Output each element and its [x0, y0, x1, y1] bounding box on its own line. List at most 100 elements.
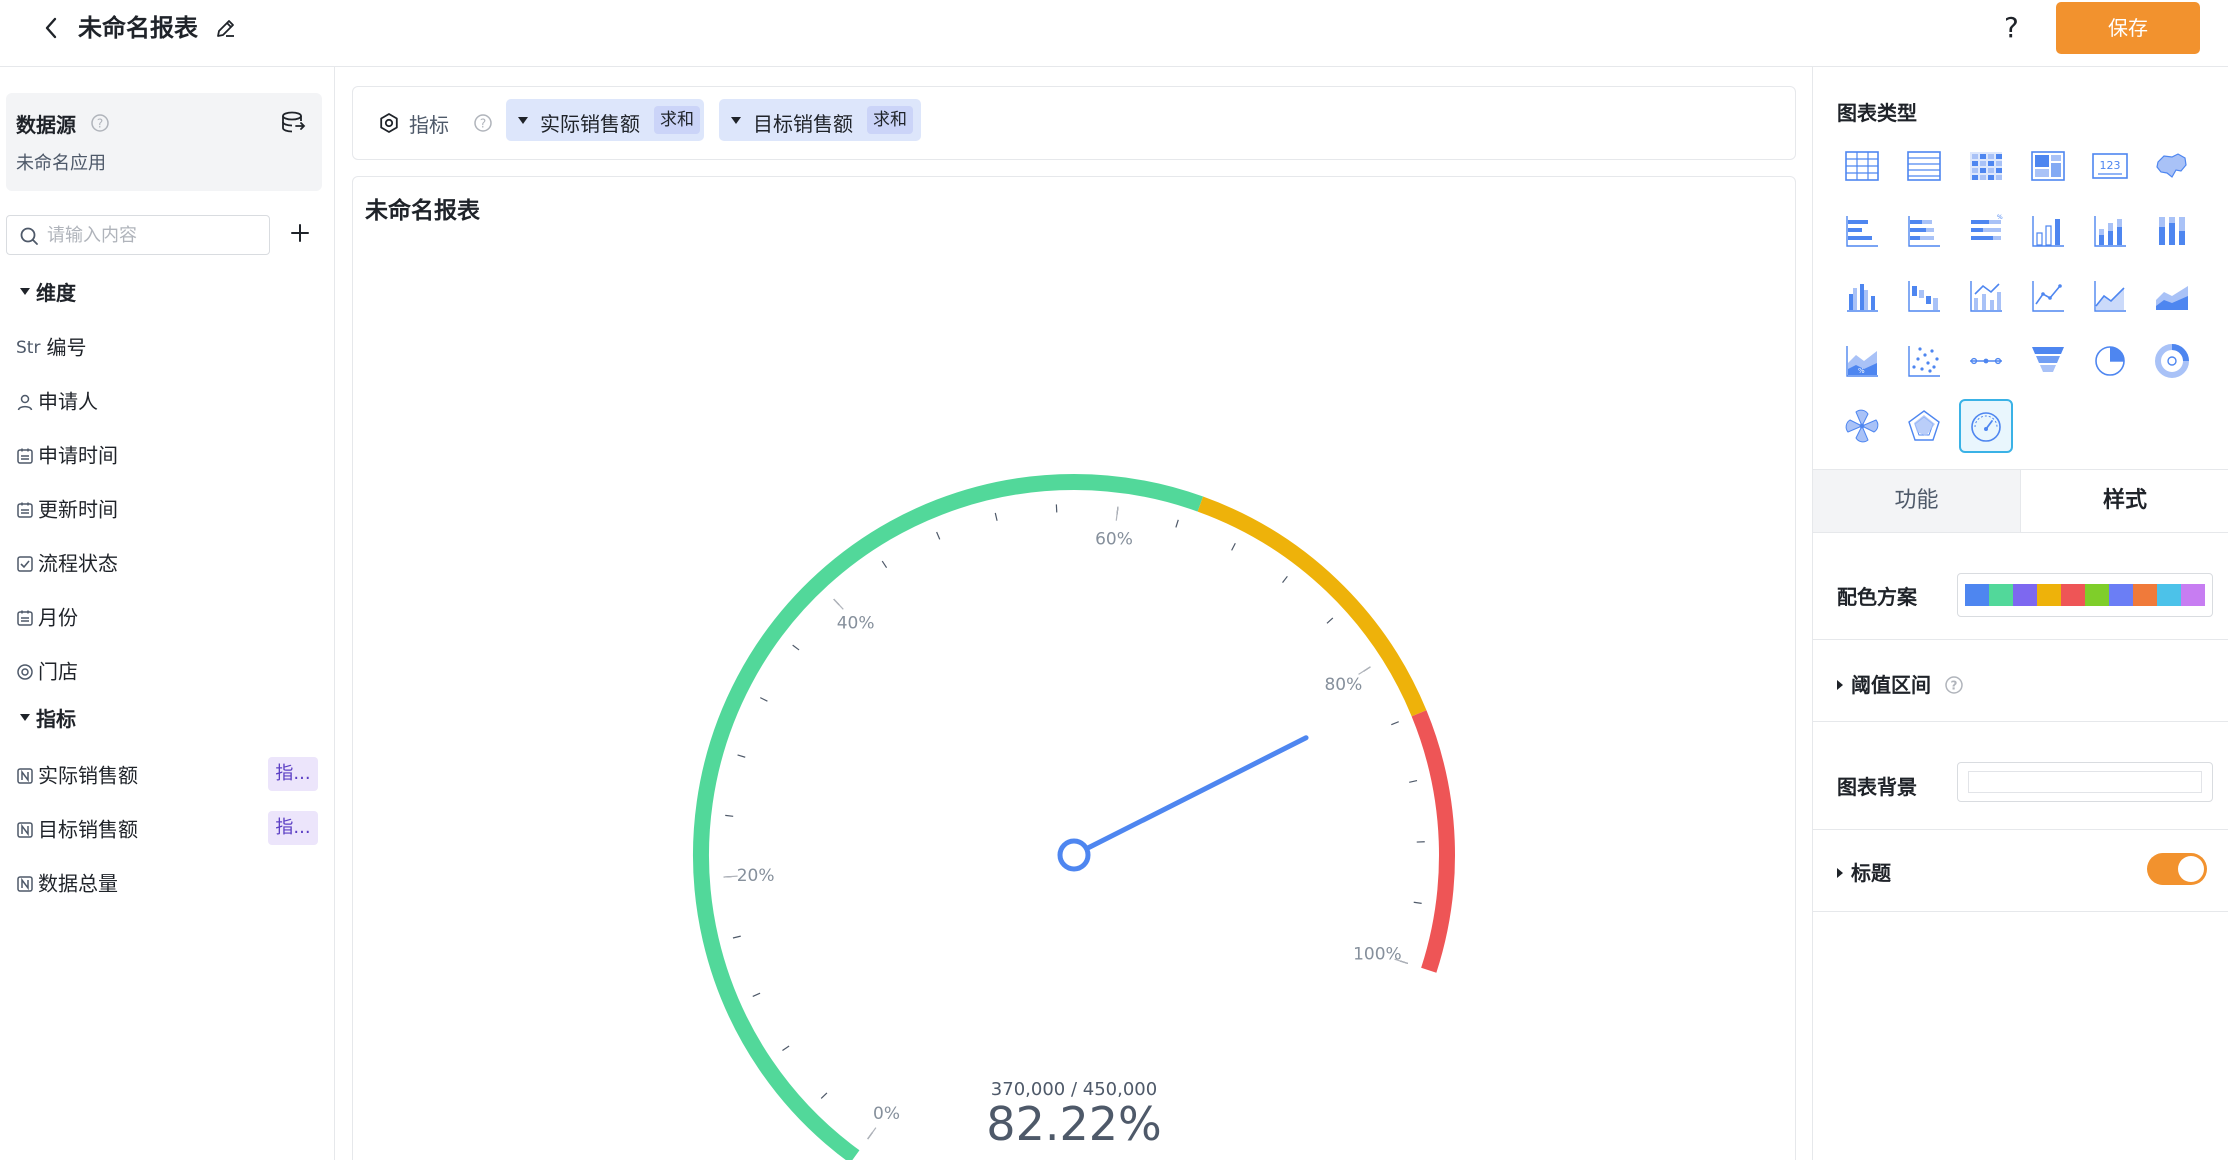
top-bar: 未命名报表 ? 保存 — [0, 0, 2228, 67]
table-icon[interactable] — [1835, 139, 1889, 193]
datasource-label: 数据源 — [16, 113, 76, 137]
dimension-field-store[interactable]: 门店 — [16, 655, 78, 685]
palette-color-swatch — [2037, 584, 2061, 606]
number-icon — [16, 767, 34, 785]
gauge-tick — [820, 1092, 828, 1099]
aggregation-tag: 求和 — [867, 106, 913, 134]
dimension-field-process-status[interactable]: 流程状态 — [16, 547, 118, 577]
question-circle-icon[interactable]: ? — [90, 113, 110, 133]
save-button[interactable]: 保存 — [2056, 2, 2200, 54]
caret-down-icon — [20, 288, 30, 295]
dimension-field-applicant[interactable]: 申请人 — [16, 385, 98, 415]
indicator-field-target-sales[interactable]: 目标销售额 — [16, 813, 138, 843]
tab-style[interactable]: 样式 — [2021, 470, 2228, 532]
heatmap-table-icon[interactable] — [1959, 139, 2013, 193]
gauge-needle-pivot — [1057, 838, 1091, 872]
indicator-field-record-count[interactable]: 数据总量 — [16, 867, 118, 897]
gauge-tick-label: 60% — [1095, 530, 1133, 550]
page-title: 未命名报表 — [78, 14, 198, 42]
field-label: 月份 — [38, 605, 78, 630]
gauge-tick — [792, 644, 800, 651]
list-table-icon[interactable] — [1897, 139, 1951, 193]
field-search-box — [6, 215, 270, 255]
chip-label: 实际销售额 — [540, 112, 640, 136]
funnel-icon[interactable] — [2021, 334, 2075, 388]
help-button[interactable]: ? — [2004, 12, 2019, 44]
gauge-tick-label: 20% — [737, 866, 775, 886]
indicator-bar-label: 指标 — [409, 113, 449, 137]
title-toggle-switch[interactable] — [2147, 853, 2207, 885]
combo-chart-icon[interactable] — [1959, 269, 2013, 323]
grouped-column-icon[interactable] — [1835, 269, 1889, 323]
percent-area-icon[interactable]: % — [1835, 334, 1889, 388]
area-line-icon[interactable] — [2083, 269, 2137, 323]
palette-color-swatch — [2181, 584, 2205, 606]
donut-icon[interactable] — [2145, 334, 2199, 388]
gauge-tick — [881, 560, 888, 569]
back-arrow-icon[interactable] — [38, 14, 66, 42]
tab-function[interactable]: 功能 — [1813, 470, 2021, 532]
waterfall-icon[interactable] — [1897, 269, 1951, 323]
field-label: 申请人 — [38, 389, 98, 414]
column-icon[interactable] — [2021, 204, 2075, 258]
add-field-plus-icon[interactable] — [286, 219, 314, 247]
line-icon[interactable] — [2021, 269, 2075, 323]
calendar-icon — [16, 447, 34, 465]
chart-background-color-picker[interactable] — [1957, 762, 2213, 802]
gauge-tick — [732, 935, 741, 939]
stacked-column-icon[interactable] — [2083, 204, 2137, 258]
gauge-tick-label: 0% — [873, 1104, 900, 1124]
datasource-name: 未命名应用 — [16, 153, 106, 174]
bar-horizontal-icon[interactable] — [1835, 204, 1889, 258]
dimension-field-month[interactable]: 月份 — [16, 601, 78, 631]
svg-text:?: ? — [97, 117, 103, 131]
percent-bar-horizontal-icon[interactable]: % — [1959, 204, 2013, 258]
stacked-bar-horizontal-icon[interactable] — [1897, 204, 1951, 258]
database-switch-icon[interactable] — [280, 109, 306, 135]
stacked-area-icon[interactable] — [2145, 269, 2199, 323]
windmill-icon[interactable] — [1835, 399, 1889, 453]
edit-pencil-icon[interactable] — [214, 16, 238, 40]
palette-color-swatch — [2157, 584, 2181, 606]
dimension-field-id[interactable]: Str 编号 — [16, 331, 86, 361]
palette-color-swatch — [2109, 584, 2133, 606]
gauge-icon[interactable] — [1959, 399, 2013, 453]
scatter-icon[interactable] — [1897, 334, 1951, 388]
gauge-tick — [1282, 575, 1288, 584]
title-section-toggle[interactable]: 标题 — [1837, 857, 1891, 886]
divider — [1813, 639, 2228, 640]
percent-column-icon[interactable] — [2145, 204, 2199, 258]
pie-icon[interactable] — [2083, 334, 2137, 388]
gauge-tick — [1391, 721, 1399, 726]
card-layout-icon[interactable] — [2021, 139, 2075, 193]
question-circle-icon[interactable]: ? — [473, 113, 493, 133]
question-circle-icon[interactable]: ? — [1944, 675, 1964, 695]
datasource-card[interactable]: 数据源 ? 未命名应用 — [6, 93, 322, 191]
number-card-icon[interactable]: 123 — [2083, 139, 2137, 193]
color-scheme-select[interactable] — [1957, 573, 2213, 617]
dot-line-icon[interactable] — [1959, 334, 2013, 388]
field-search-input[interactable] — [47, 221, 262, 249]
indicator-chip-target-sales[interactable]: 目标销售额 求和 — [719, 99, 921, 141]
dimension-field-update-time[interactable]: 更新时间 — [16, 493, 118, 523]
dimension-field-apply-time[interactable]: 申请时间 — [16, 439, 118, 469]
dimension-group-toggle[interactable]: 维度 — [20, 277, 76, 306]
palette-color-swatch — [2133, 584, 2157, 606]
threshold-section-toggle[interactable]: 阈值区间 ? — [1837, 669, 1964, 698]
map-icon[interactable] — [2145, 139, 2199, 193]
svg-text:123: 123 — [2100, 159, 2121, 172]
gauge-tick-label: 100% — [1353, 945, 1402, 965]
gauge-band — [1197, 496, 1427, 717]
indicator-chip-actual-sales[interactable]: 实际销售额 求和 — [506, 99, 704, 141]
settings-gear-icon[interactable] — [377, 111, 401, 135]
indicator-field-actual-sales[interactable]: 实际销售额 — [16, 759, 138, 789]
field-label: 更新时间 — [38, 497, 118, 522]
caret-down-icon — [20, 714, 30, 721]
panel-tabs: 功能 样式 — [1813, 469, 2228, 533]
indicator-group-toggle[interactable]: 指标 — [20, 703, 76, 732]
field-panel: 数据源 ? 未命名应用 维度 Str编号 申请人 申请时间 更新时间 流程状态 … — [0, 67, 335, 1160]
radio-icon — [16, 663, 34, 681]
gauge-major-tick — [1115, 506, 1119, 521]
gauge-major-tick — [867, 1127, 877, 1140]
radar-icon[interactable] — [1897, 399, 1951, 453]
